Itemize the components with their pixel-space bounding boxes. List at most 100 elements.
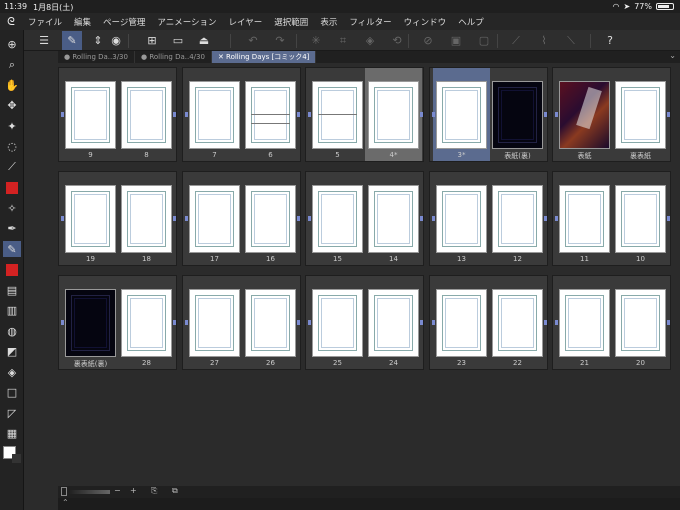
- export-icon[interactable]: ⏏: [194, 31, 214, 50]
- page-thumbnail[interactable]: [121, 185, 172, 253]
- page-thumbnail[interactable]: [245, 81, 296, 149]
- undo-icon[interactable]: ↶: [243, 31, 263, 50]
- close-tab-icon[interactable]: ✕: [218, 53, 226, 61]
- spread-handle[interactable]: [420, 112, 423, 117]
- menu-icon[interactable]: ☰: [34, 31, 54, 50]
- spread-handle[interactable]: [185, 112, 188, 117]
- brush-tool-icon[interactable]: ▤: [3, 282, 21, 298]
- redo-icon[interactable]: ↷: [270, 31, 290, 50]
- menu-item-1[interactable]: 編集: [68, 16, 97, 28]
- page-thumbnail[interactable]: [492, 81, 543, 149]
- menu-item-6[interactable]: 表示: [314, 16, 343, 28]
- page-spread[interactable]: 表紙 裏表紙: [552, 67, 671, 162]
- spread-handle[interactable]: [432, 216, 435, 221]
- page-thumbnail[interactable]: [245, 185, 296, 253]
- gradient-tool-icon[interactable]: ▦: [3, 426, 21, 442]
- page-spread[interactable]: 23 22: [429, 275, 548, 370]
- page-thumbnail[interactable]: [312, 185, 363, 253]
- page-thumbnail[interactable]: [65, 185, 116, 253]
- page-thumbnail[interactable]: [436, 289, 487, 357]
- layer-icon[interactable]: ▣: [446, 31, 466, 50]
- page-thumbnail[interactable]: [559, 81, 610, 149]
- triangle-tool-icon[interactable]: ◸: [3, 405, 21, 421]
- page-thumbnail[interactable]: [559, 185, 610, 253]
- page-thumbnail[interactable]: [615, 81, 666, 149]
- edit-icon[interactable]: ✎: [62, 31, 82, 50]
- spread-handle[interactable]: [297, 112, 300, 117]
- page-spread[interactable]: 15 14: [305, 171, 424, 266]
- menu-item-4[interactable]: レイヤー: [223, 16, 269, 28]
- spread-handle[interactable]: [544, 216, 547, 221]
- menu-item-3[interactable]: アニメーション: [151, 16, 222, 28]
- page-thumbnail[interactable]: [436, 81, 487, 149]
- page-thumbnail[interactable]: [245, 289, 296, 357]
- move-tool-icon[interactable]: ✥: [3, 98, 21, 114]
- spread-handle[interactable]: [173, 216, 176, 221]
- spread-handle[interactable]: [185, 320, 188, 325]
- zoom-out-button[interactable]: −: [114, 486, 121, 495]
- page-spread[interactable]: 21 20: [552, 275, 671, 370]
- doc-tab-1[interactable]: ● Rolling Da..4/30: [135, 51, 212, 63]
- page-spread[interactable]: 27 26: [182, 275, 301, 370]
- eyedropper-tool-icon[interactable]: ⟋: [3, 159, 21, 175]
- menu-item-0[interactable]: ファイル: [22, 16, 68, 28]
- page-thumbnail[interactable]: [492, 185, 543, 253]
- spread-handle[interactable]: [667, 320, 670, 325]
- page-thumbnail[interactable]: [65, 289, 116, 357]
- chevron-updown-icon[interactable]: ⇕: [88, 31, 108, 50]
- fill-icon[interactable]: ◈: [360, 31, 380, 50]
- stamp-tool-icon[interactable]: ▥: [3, 303, 21, 319]
- zoom-in-button[interactable]: +: [130, 486, 137, 495]
- page-thumbnail[interactable]: [312, 81, 363, 149]
- pen-icon[interactable]: ⟋: [506, 31, 526, 50]
- eraser-tool-icon[interactable]: ◩: [3, 344, 21, 360]
- camera-icon[interactable]: ◉: [106, 31, 126, 50]
- new-page-icon[interactable]: ⊞: [142, 31, 162, 50]
- page-spread[interactable]: 裏表紙(裏) 28: [58, 275, 177, 370]
- page-spread[interactable]: 11 10: [552, 171, 671, 266]
- color-red-icon[interactable]: [6, 181, 18, 194]
- spread-handle[interactable]: [432, 112, 435, 117]
- spread-handle[interactable]: [555, 320, 558, 325]
- page-spread[interactable]: 13 12: [429, 171, 548, 266]
- spread-handle[interactable]: [185, 216, 188, 221]
- menu-item-5[interactable]: 選択範囲: [268, 16, 314, 28]
- hide-icon[interactable]: ⊘: [418, 31, 438, 50]
- doc-tab-0[interactable]: ● Rolling Da..3/30: [58, 51, 135, 63]
- pen-tool-icon[interactable]: ✒: [3, 221, 21, 237]
- rotate-icon[interactable]: ⟲: [387, 31, 407, 50]
- page-spread[interactable]: 76: [182, 67, 301, 162]
- spread-handle[interactable]: [420, 216, 423, 221]
- page-spread[interactable]: 17 16: [182, 171, 301, 266]
- collapse-chevron-icon[interactable]: ⌄: [669, 51, 676, 60]
- help-icon[interactable]: ?: [600, 31, 620, 50]
- sparkle-tool-icon[interactable]: ✧: [3, 200, 21, 216]
- page-spread[interactable]: 98: [58, 67, 177, 162]
- page-spread[interactable]: 5 4*: [305, 67, 424, 162]
- app-logo-icon[interactable]: ᘓ: [0, 15, 22, 29]
- spread-handle[interactable]: [544, 112, 547, 117]
- bucket-tool-icon[interactable]: ◈: [3, 364, 21, 380]
- menu-item-8[interactable]: ウィンドウ: [398, 16, 453, 28]
- page-thumbnail[interactable]: [312, 289, 363, 357]
- spread-handle[interactable]: [432, 320, 435, 325]
- spread-handle[interactable]: [297, 216, 300, 221]
- spread-handle[interactable]: [667, 112, 670, 117]
- page-spread[interactable]: 3* 表紙(裏): [429, 67, 548, 162]
- spread-handle[interactable]: [420, 320, 423, 325]
- page-thumbnail[interactable]: [615, 289, 666, 357]
- spread-handle[interactable]: [297, 320, 300, 325]
- zoom-slider[interactable]: [70, 490, 110, 494]
- page-thumbnail[interactable]: [368, 185, 419, 253]
- page-thumbnail[interactable]: [189, 185, 240, 253]
- spread-handle[interactable]: [308, 112, 311, 117]
- spread-handle[interactable]: [61, 112, 64, 117]
- page-thumbnail[interactable]: [368, 81, 419, 149]
- eraser-icon[interactable]: ⟍: [561, 31, 581, 50]
- spread-handle[interactable]: [555, 112, 558, 117]
- open-icon[interactable]: ▭: [168, 31, 188, 50]
- spread-handle[interactable]: [544, 320, 547, 325]
- spread-handle[interactable]: [308, 320, 311, 325]
- page-thumbnail[interactable]: [189, 289, 240, 357]
- magic-wand-tool-icon[interactable]: ✦: [3, 118, 21, 134]
